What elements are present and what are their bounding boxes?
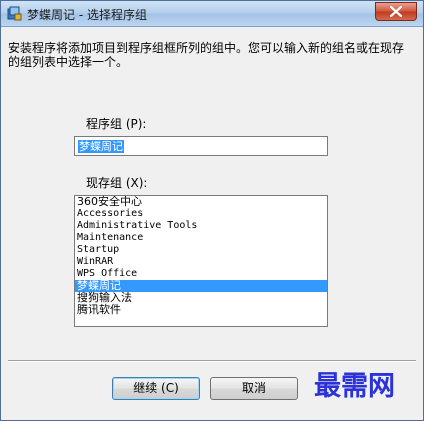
watermark-text: 最需网: [314, 371, 395, 402]
list-item[interactable]: Administrative Tools: [75, 220, 327, 232]
program-group-input[interactable]: 梦蝶周记: [74, 136, 328, 156]
list-item[interactable]: Accessories: [75, 208, 327, 220]
installer-app-icon: [7, 6, 22, 21]
list-item[interactable]: 腾讯软件: [75, 304, 327, 316]
program-group-value: 梦蝶周记: [78, 140, 124, 153]
title-bar[interactable]: 梦蝶周记 - 选择程序组: [1, 1, 423, 27]
list-item[interactable]: Startup: [75, 244, 327, 256]
list-item[interactable]: Maintenance: [75, 232, 327, 244]
program-group-label: 程序组 (P):: [86, 117, 147, 131]
list-item[interactable]: 360安全中心: [75, 196, 327, 208]
instructions-text: 安装程序将添加项目到程序组框所列的组中。您可以输入新的组名或在现存的组列表中选择…: [8, 41, 405, 69]
continue-button[interactable]: 继续 (C): [112, 377, 200, 400]
installer-dialog-window: 梦蝶周记 - 选择程序组 安装程序将添加项目到程序组框所列的组中。您可以输入新的…: [0, 0, 424, 421]
cancel-button[interactable]: 取消: [210, 377, 298, 400]
dialog-content: 安装程序将添加项目到程序组框所列的组中。您可以输入新的组名或在现存的组列表中选择…: [8, 31, 416, 411]
window-title: 梦蝶周记 - 选择程序组: [27, 8, 147, 22]
button-divider: [8, 360, 416, 362]
existing-groups-label: 现存组 (X):: [86, 176, 148, 190]
list-item[interactable]: WinRAR: [75, 256, 327, 268]
close-icon: [390, 6, 402, 17]
close-button[interactable]: [375, 2, 417, 21]
existing-groups-list[interactable]: 360安全中心 Accessories Administrative Tools…: [74, 195, 328, 327]
